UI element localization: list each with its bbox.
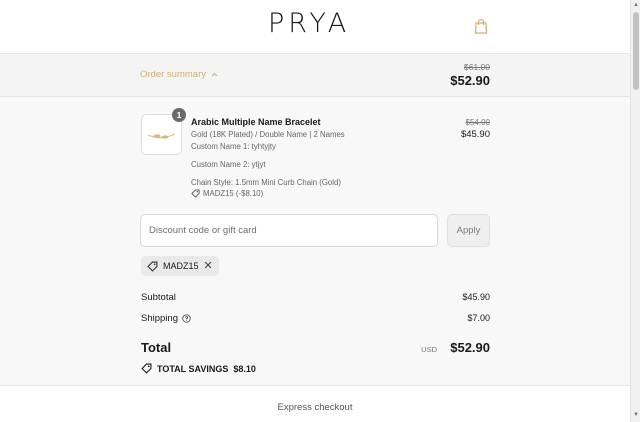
- section-divider: [0, 385, 630, 386]
- order-summary-content: 1 Arabic Multiple Name Bracelet Gold (18…: [0, 97, 630, 385]
- total-savings-value: $8.10: [233, 363, 256, 374]
- tag-icon: [141, 363, 152, 374]
- shipping-label: Shipping: [141, 313, 178, 324]
- total-label: Total: [141, 340, 172, 355]
- product-title: Arabic Multiple Name Bracelet: [191, 117, 321, 127]
- applied-discount-chip: MADZ15 ✕: [141, 256, 219, 276]
- total-savings-label: TOTAL SAVINGS: [157, 363, 229, 374]
- order-summary-bar[interactable]: Order summary $61.00 $52.90: [0, 54, 630, 97]
- tag-icon: [147, 261, 158, 272]
- product-custom-name-2: Custom Name 2: ytjyt: [191, 160, 266, 169]
- shopping-bag-icon[interactable]: [474, 18, 488, 34]
- total-currency: USD: [421, 345, 437, 354]
- scroll-down-icon[interactable]: ▼: [633, 412, 639, 418]
- quantity-badge: 1: [172, 108, 186, 122]
- summary-original-total: $61.00: [464, 62, 490, 72]
- tag-icon: [191, 189, 200, 198]
- chevron-up-icon: [211, 72, 218, 77]
- product-price: $45.90: [460, 129, 490, 140]
- shipping-row-label: Shipping: [141, 313, 191, 324]
- total-value: $52.90: [450, 340, 490, 355]
- help-circle-icon[interactable]: [182, 314, 191, 323]
- order-summary-label: Order summary: [140, 69, 206, 80]
- subtotal-value: $45.90: [462, 292, 490, 302]
- discount-code-input[interactable]: [140, 214, 438, 247]
- summary-total: $52.90: [450, 73, 490, 88]
- remove-discount-icon[interactable]: ✕: [204, 260, 213, 272]
- product-original-price: $54.00: [465, 118, 490, 127]
- subtotal-label: Subtotal: [141, 292, 176, 303]
- product-discount: MADZ15 (-$8.10): [191, 189, 263, 198]
- express-checkout-heading: Express checkout: [277, 402, 353, 413]
- shipping-value: $7.00: [467, 313, 490, 323]
- order-summary-toggle[interactable]: Order summary: [140, 69, 218, 80]
- site-header: PRYA: [0, 0, 630, 54]
- total-savings: TOTAL SAVINGS $8.10: [141, 363, 256, 374]
- applied-discount-code: MADZ15: [163, 261, 199, 271]
- scroll-up-icon[interactable]: ▲: [633, 2, 639, 8]
- product-custom-name-1: Custom Name 1: tyhtyjty: [191, 142, 276, 151]
- product-chain-style: Chain Style: 1.5mm Mini Curb Chain (Gold…: [191, 178, 341, 187]
- product-variant: Gold (18K Plated) / Double Name | 2 Name…: [191, 130, 345, 139]
- product-discount-label: MADZ15 (-$8.10): [203, 189, 264, 198]
- brand-logo[interactable]: PRYA: [268, 8, 350, 39]
- scrollbar-thumb[interactable]: [633, 12, 639, 90]
- apply-discount-button[interactable]: Apply: [447, 214, 490, 247]
- page-scrollbar[interactable]: ▲ ▼: [630, 0, 640, 422]
